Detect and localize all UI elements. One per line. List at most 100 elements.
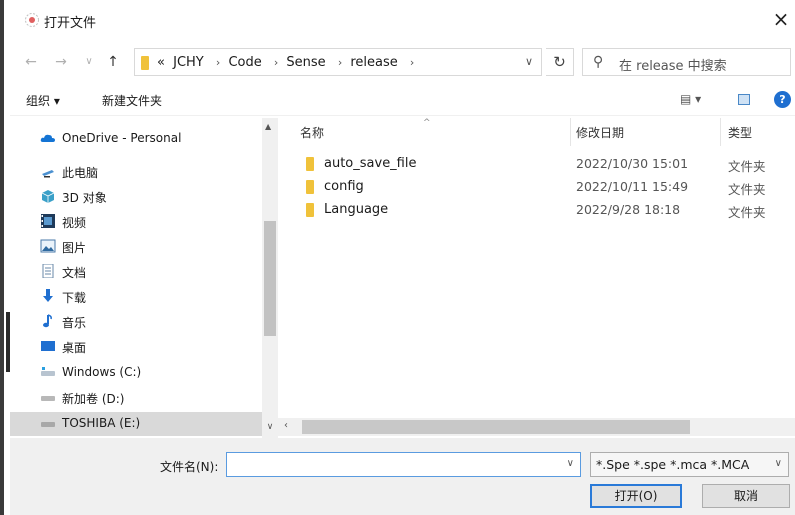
- sidebar-item-drive-e[interactable]: TOSHIBA (E:): [10, 412, 262, 436]
- sidebar-item-label: 视频: [62, 216, 87, 230]
- column-divider[interactable]: [720, 118, 721, 146]
- background-window-border: [0, 0, 4, 515]
- column-header-date[interactable]: 修改日期: [576, 124, 624, 141]
- sidebar-item-3d-objects[interactable]: 3D 对象: [10, 185, 262, 209]
- drive-icon: [41, 396, 55, 401]
- sidebar-item-this-pc[interactable]: 此电脑: [10, 160, 262, 184]
- sidebar-item-music[interactable]: 音乐: [10, 310, 262, 334]
- title-bar: 打开文件 ×: [10, 0, 795, 40]
- file-type: 文件夹: [728, 159, 766, 174]
- sidebar-item-onedrive[interactable]: OneDrive - Personal: [10, 127, 262, 151]
- sidebar-item-label: 新加卷 (D:): [62, 392, 125, 406]
- scroll-up-icon[interactable]: ▲: [265, 122, 271, 131]
- file-type-value: *.Spe *.spe *.mca *.MCA: [596, 457, 750, 472]
- scrollbar-thumb[interactable]: [302, 420, 690, 434]
- filename-label: 文件名(N):: [160, 460, 219, 474]
- breadcrumb-jchy[interactable]: JCHY: [173, 55, 204, 70]
- close-button[interactable]: ×: [767, 6, 795, 34]
- change-view-button[interactable]: ▤ ▾: [680, 92, 701, 106]
- scrollbar-thumb[interactable]: [264, 221, 276, 336]
- command-bar: 组织 ▾ 新建文件夹 ▤ ▾ ?: [10, 84, 795, 116]
- breadcrumb-release[interactable]: release: [350, 55, 397, 70]
- file-type-select[interactable]: *.Spe *.spe *.mca *.MCA ∨: [590, 452, 789, 477]
- breadcrumb-separator[interactable]: ›: [338, 56, 342, 69]
- new-folder-button[interactable]: 新建文件夹: [102, 92, 162, 109]
- dialog-footer: 文件名(N): ∨ *.Spe *.spe *.mca *.MCA ∨ 打开(O…: [10, 438, 795, 515]
- refresh-button[interactable]: ↻: [546, 48, 574, 76]
- forward-button[interactable]: →: [52, 52, 70, 72]
- navigation-pane-scrollbar[interactable]: ▲: [262, 118, 278, 438]
- sidebar-item-label: 下载: [62, 291, 87, 305]
- sidebar-item-pictures[interactable]: 图片: [10, 235, 262, 259]
- open-button[interactable]: 打开(O): [590, 484, 682, 508]
- breadcrumb-separator[interactable]: ›: [274, 56, 278, 69]
- address-bar[interactable]: « JCHY › Code › Sense › release › ∨: [134, 48, 542, 76]
- file-date: 2022/9/28 18:18: [576, 202, 681, 217]
- sidebar-item-drive-d[interactable]: 新加卷 (D:): [10, 386, 262, 410]
- download-icon: [43, 289, 53, 302]
- scroll-down-icon[interactable]: ∨: [262, 418, 278, 436]
- sidebar-item-label: 3D 对象: [62, 191, 107, 205]
- search-input[interactable]: ⚲ 在 release 中搜索: [582, 48, 791, 76]
- app-icon: [25, 13, 39, 27]
- cancel-button[interactable]: 取消: [702, 484, 790, 508]
- breadcrumb-sense[interactable]: Sense: [286, 55, 325, 70]
- chevron-down-icon[interactable]: ∨: [775, 458, 782, 469]
- organize-menu[interactable]: 组织 ▾: [26, 92, 60, 109]
- breadcrumb-code[interactable]: Code: [228, 55, 261, 70]
- sort-ascending-icon: ^: [423, 118, 431, 128]
- sidebar-item-downloads[interactable]: 下载: [10, 285, 262, 309]
- file-name: config: [324, 179, 364, 194]
- sidebar-item-label: OneDrive - Personal: [62, 131, 182, 145]
- file-type: 文件夹: [728, 205, 766, 220]
- sidebar-item-label: 桌面: [62, 341, 87, 355]
- document-icon: [42, 264, 54, 278]
- sidebar-item-label: 音乐: [62, 316, 87, 330]
- computer-icon: [42, 170, 54, 178]
- sidebar-item-drive-c[interactable]: Windows (C:): [10, 361, 262, 385]
- folder-icon: [141, 56, 149, 70]
- back-button[interactable]: ←: [22, 52, 40, 72]
- file-row[interactable]: auto_save_file 2022/10/30 15:01 文件夹: [278, 153, 795, 176]
- breadcrumb-overflow[interactable]: «: [157, 55, 165, 70]
- breadcrumb: « JCHY › Code › Sense › release ›: [157, 55, 418, 70]
- file-row[interactable]: Language 2022/9/28 18:18 文件夹: [278, 199, 795, 222]
- sidebar-item-desktop[interactable]: 桌面: [10, 335, 262, 359]
- help-icon[interactable]: ?: [774, 91, 791, 108]
- file-name: auto_save_file: [324, 156, 417, 171]
- music-icon: [43, 314, 52, 328]
- cloud-icon: [40, 134, 55, 142]
- file-row[interactable]: config 2022/10/11 15:49 文件夹: [278, 176, 795, 199]
- file-list-horizontal-scrollbar[interactable]: ‹: [278, 418, 795, 436]
- folder-icon: [306, 203, 314, 217]
- folder-icon: [306, 180, 314, 194]
- file-name: Language: [324, 202, 389, 217]
- recent-locations-button[interactable]: ∨: [80, 52, 98, 72]
- search-icon: ⚲: [593, 54, 604, 70]
- chevron-down-icon[interactable]: ∨: [567, 458, 574, 469]
- window-title: 打开文件: [44, 16, 97, 31]
- column-header-type[interactable]: 类型: [728, 124, 752, 141]
- up-button[interactable]: ↑: [104, 52, 122, 72]
- sidebar-item-label: 文档: [62, 266, 87, 280]
- picture-icon: [40, 239, 56, 253]
- sidebar-item-documents[interactable]: 文档: [10, 260, 262, 284]
- sidebar-item-label: Windows (C:): [62, 365, 142, 379]
- sidebar-item-videos[interactable]: 视频: [10, 210, 262, 234]
- breadcrumb-separator[interactable]: ›: [410, 56, 414, 69]
- sidebar-item-label: 此电脑: [62, 166, 99, 180]
- breadcrumb-separator[interactable]: ›: [216, 56, 220, 69]
- navigation-pane: OneDrive - Personal 此电脑 3D 对象 视频 图片 文档 下…: [10, 118, 262, 438]
- file-date: 2022/10/30 15:01: [576, 156, 689, 171]
- address-history-dropdown[interactable]: ∨: [525, 55, 533, 68]
- search-placeholder: 在 release 中搜索: [619, 59, 727, 74]
- sidebar-item-label: TOSHIBA (E:): [62, 416, 141, 430]
- column-divider[interactable]: [570, 118, 571, 146]
- cube-icon: [41, 190, 55, 203]
- video-icon: [41, 214, 55, 228]
- scroll-left-icon[interactable]: ‹: [284, 420, 288, 431]
- column-header-name[interactable]: 名称: [300, 124, 324, 141]
- filename-input[interactable]: ∨: [226, 452, 581, 477]
- sidebar-item-label: 图片: [62, 241, 87, 255]
- preview-pane-icon[interactable]: [738, 94, 750, 105]
